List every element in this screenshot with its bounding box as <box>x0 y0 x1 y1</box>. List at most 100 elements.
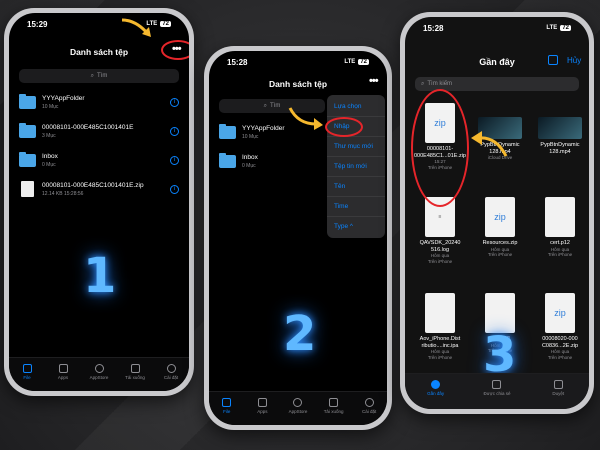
status-time: 15:28 <box>227 57 248 67</box>
item-sub: 3 Mục <box>42 132 56 139</box>
item-sub: 0 Mục <box>42 161 56 168</box>
item-name: YYYAppFolder <box>42 94 85 102</box>
file-item[interactable]: PypBtnDynamic 128.mp4 <box>533 117 587 155</box>
folder-icon <box>219 152 236 168</box>
list-item[interactable]: 00008101-000E485C1001401E 3 Mục i <box>19 118 179 144</box>
menu-item-sort-name[interactable]: Tên <box>327 177 385 197</box>
file-location: Trên iPhone <box>547 355 573 361</box>
tab-download[interactable]: Tải xuống <box>120 364 150 380</box>
grid-view-icon[interactable] <box>548 55 558 65</box>
info-icon[interactable]: i <box>170 184 179 194</box>
item-name: 00008101-000E485C1001401E <box>42 123 134 131</box>
menu-item-select[interactable]: Lựa chọn <box>327 97 385 117</box>
file-icon <box>425 293 455 333</box>
menu-item-new-file[interactable]: Tệp tin mới <box>327 157 385 177</box>
file-name: Resources.zip <box>482 240 518 246</box>
search-icon: ⌕ <box>263 102 268 109</box>
item-name: Inbox <box>42 152 58 160</box>
context-menu: Lựa chọn Nhập Thư mục mới Tệp tin mới Tê… <box>327 95 385 238</box>
tab-appstore[interactable]: AppStore <box>283 398 313 414</box>
file-location: Trên iPhone <box>427 355 453 361</box>
menu-item-sort-type[interactable]: Type ^ <box>327 217 385 236</box>
network-label: LTE <box>546 25 558 31</box>
tab-label: Tải xuống <box>125 375 145 380</box>
apps-grid-icon <box>257 398 267 407</box>
tab-browse[interactable]: Duyệt <box>533 380 583 396</box>
file-tab-icon <box>22 364 32 373</box>
step-number: 1 <box>83 248 117 304</box>
item-name: Inbox <box>242 153 258 161</box>
battery-level: 72 <box>358 59 369 65</box>
zip-file-icon: zip <box>545 293 575 333</box>
item-sub: 0 Mục <box>242 162 256 169</box>
status-time: 15:29 <box>27 19 48 29</box>
tab-label: Apps <box>257 409 268 414</box>
file-item[interactable]: Aov_iPhone.Dist ributio....inc.ipa Hôm q… <box>413 293 467 361</box>
list-item[interactable]: 00008101-000E485C1001401E.zip 12.14 KB 15… <box>19 176 179 202</box>
tab-label: Tải xuống <box>323 409 344 414</box>
file-name: Aov_iPhone.Dist ributio....inc.ipa <box>419 336 461 349</box>
tab-shared[interactable]: Được chia sẻ <box>472 380 522 396</box>
menu-item-sort-time[interactable]: Time <box>327 197 385 217</box>
list-item[interactable]: Inbox 0 Mục <box>219 148 327 174</box>
appstore-icon <box>293 398 303 407</box>
list-item[interactable]: Inbox 0 Mục i <box>19 147 179 173</box>
file-name: PypBtnDynamic 128.mp4 <box>540 142 580 155</box>
tab-file[interactable]: File <box>12 364 42 380</box>
file-icon <box>21 181 34 197</box>
file-icon <box>545 197 575 237</box>
file-location: Trên iPhone <box>427 259 453 265</box>
status-indicators: LTE 72 <box>546 25 571 31</box>
file-item[interactable]: zip 00008020-000 C0836...2E.zip Hôm qua … <box>533 293 587 361</box>
tab-label: File <box>223 409 231 414</box>
folder-icon <box>19 122 36 138</box>
tab-bar: Gần đây Được chia sẻ Duyệt <box>405 373 589 409</box>
file-name: QAVSDK_20240 516.log <box>419 240 461 253</box>
search-input[interactable]: ⌕ Tìm <box>19 69 179 83</box>
status-time: 15:28 <box>423 23 444 33</box>
tab-label: Cài đặt <box>163 375 179 380</box>
list-item[interactable]: YYYAppFolder 10 Mục i <box>19 89 179 115</box>
highlight-ring <box>325 117 363 137</box>
folder-icon <box>19 93 36 109</box>
file-item[interactable]: zip Resources.zip Hôm qua Trên iPhone <box>473 197 527 258</box>
item-sub: 12.14 KB 15:28:56 <box>42 190 84 197</box>
menu-item-new-folder[interactable]: Thư mục mới <box>327 137 385 157</box>
file-name: cert.p12 <box>550 240 570 246</box>
tab-download[interactable]: Tải xuống <box>319 398 349 414</box>
search-placeholder: Tìm kiếm <box>427 81 453 87</box>
cancel-button[interactable]: Hủy <box>567 56 581 65</box>
tab-label: AppStore <box>89 375 109 380</box>
gear-icon <box>166 364 176 373</box>
network-label: LTE <box>344 59 356 65</box>
tab-label: Apps <box>57 375 69 380</box>
more-options-button[interactable]: ••• <box>369 75 379 87</box>
info-icon[interactable]: i <box>170 155 179 165</box>
info-icon[interactable]: i <box>170 97 179 107</box>
tab-label: File <box>23 375 31 380</box>
tab-apps[interactable]: Apps <box>247 398 277 414</box>
file-item[interactable]: ≡ QAVSDK_20240 516.log Hôm qua Trên iPho… <box>413 197 467 265</box>
tab-settings[interactable]: Cài đặt <box>354 398 384 414</box>
info-icon[interactable]: i <box>170 126 179 136</box>
status-bar: 15:28 LTE 72 <box>209 51 387 73</box>
tab-recents[interactable]: Gần đây <box>411 380 461 396</box>
file-item[interactable]: cert.p12 Hôm qua Trên iPhone <box>533 197 587 258</box>
folder-icon <box>219 123 236 139</box>
tab-bar: File Apps AppStore Tải xuống Cài đặt <box>9 357 189 391</box>
search-icon: ⌕ <box>90 72 95 79</box>
step-number: 2 <box>283 306 317 362</box>
folder-icon <box>553 380 563 389</box>
tab-apps[interactable]: Apps <box>48 364 78 380</box>
battery-level: 72 <box>160 21 171 27</box>
download-icon <box>130 364 140 373</box>
tab-settings[interactable]: Cài đặt <box>156 364 186 380</box>
status-bar: 15:29 LTE 72 <box>9 13 189 35</box>
phone-1: 15:29 LTE 72 Danh sách tệp ••• ⌕ Tìm YYY… <box>4 8 194 396</box>
tab-bar: File Apps AppStore Tải xuống Cài đặt <box>209 391 387 425</box>
folder-icon <box>19 151 36 167</box>
page-title: Gần đây <box>479 57 515 67</box>
tab-appstore[interactable]: AppStore <box>84 364 114 380</box>
pointer-arrow <box>288 107 323 130</box>
tab-file[interactable]: File <box>212 398 242 414</box>
